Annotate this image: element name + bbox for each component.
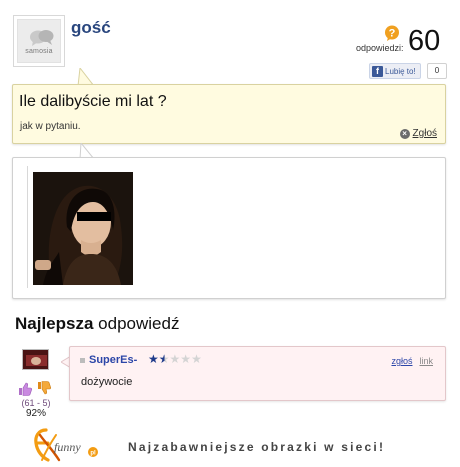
question-mark-icon: ?	[385, 25, 399, 41]
star-empty-icon: ★	[180, 352, 192, 366]
photo-illustration	[33, 172, 133, 285]
rating-stars: ★ ★ ★ ★ ★	[148, 353, 202, 365]
speech-bubbles-icon	[30, 30, 54, 46]
status-dot	[80, 358, 85, 363]
answers-count: 60	[408, 25, 441, 57]
vote-counts: (61 - 5)	[21, 398, 51, 408]
funny-logo[interactable]: funny pl	[32, 427, 112, 463]
answer-text: dożywocie	[81, 376, 133, 388]
avatar-placeholder: samosia	[17, 19, 61, 63]
svg-text:?: ?	[389, 28, 396, 40]
best-answer-heading-bold: Najlepsza	[15, 314, 94, 333]
image-box	[12, 157, 446, 299]
question-body: jak w pytaniu.	[20, 121, 81, 132]
close-icon: ×	[399, 128, 410, 139]
like-label: Lubię to!	[385, 66, 416, 76]
answer-author[interactable]: SuperEs-	[89, 354, 137, 366]
best-answer-heading-rest: odpowiedź	[93, 314, 180, 333]
vote-percent: 92%	[25, 408, 46, 419]
star-half-icon: ★	[158, 352, 170, 366]
logo-text: funny	[54, 440, 81, 454]
question-author[interactable]: gość	[71, 18, 111, 38]
report-question-button[interactable]: × Zgłoś	[399, 128, 437, 139]
thumbs-down-icon[interactable]	[37, 381, 51, 395]
star-icon: ★	[148, 352, 159, 366]
answers-label: odpowiedzi:	[356, 43, 404, 53]
report-answer-link[interactable]: zgłoś	[391, 356, 412, 366]
question-box: Ile dalibyście mi lat ? jak w pytaniu. ×…	[12, 84, 446, 144]
facebook-icon: f	[372, 65, 383, 77]
divider	[27, 166, 28, 288]
thumbs-up-icon[interactable]	[18, 382, 32, 396]
avatar-caption: samosia	[25, 48, 53, 55]
best-answer-box: SuperEs- ★ ★ ★ ★ ★ zgłoś link dożywocie	[69, 346, 446, 401]
question-photo[interactable]	[33, 172, 133, 285]
facebook-like-button[interactable]: f Lubię to!	[369, 63, 421, 79]
like-count: 0	[427, 63, 447, 79]
question-title: Ile dalibyście mi lat ?	[19, 93, 167, 110]
answer-actions: zgłoś link	[391, 356, 433, 366]
user-avatar[interactable]: samosia	[13, 15, 65, 67]
answer-avatar-image	[23, 350, 48, 369]
star-empty-icon: ★	[191, 352, 202, 366]
svg-text:pl: pl	[90, 451, 96, 457]
answer-avatar[interactable]	[22, 349, 49, 370]
best-answer-heading: Najlepsza odpowiedź	[15, 314, 179, 334]
site-tagline: Najzabawniejsze obrazki w sieci!	[128, 440, 386, 454]
permalink-link[interactable]: link	[419, 356, 433, 366]
star-empty-icon: ★	[169, 352, 181, 366]
report-label: Zgłoś	[412, 128, 437, 139]
